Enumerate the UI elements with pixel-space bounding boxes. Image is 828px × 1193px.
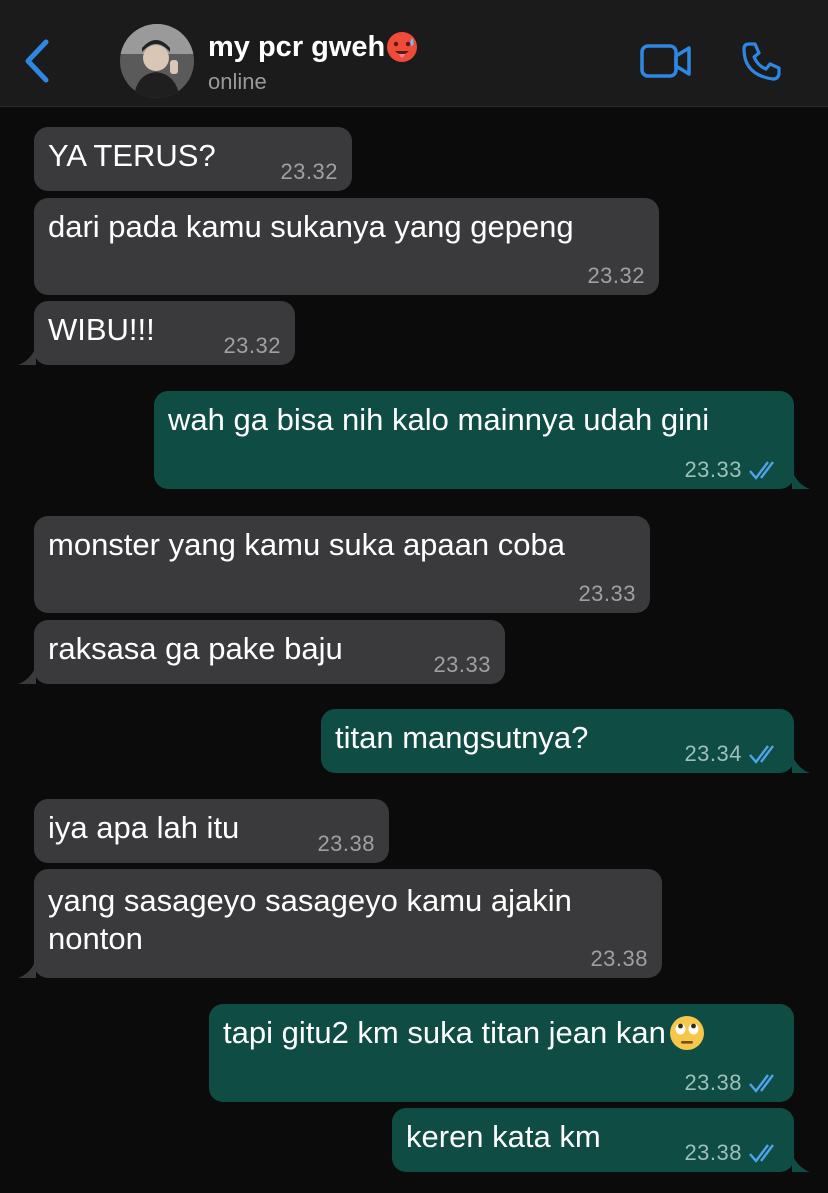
message-text: wah ga bisa nih kalo mainnya udah gini — [168, 402, 710, 437]
bubble-tail — [792, 755, 810, 773]
contact-status: online — [208, 69, 267, 94]
message-text: monster yang kamu suka apaan coba — [48, 527, 565, 562]
contact-avatar[interactable] — [120, 24, 194, 98]
hot-face-emoji-icon — [387, 32, 418, 62]
voice-call-icon[interactable] — [740, 40, 782, 82]
message-time: 23.38 — [317, 831, 375, 856]
video-call-icon[interactable] — [640, 43, 692, 79]
outgoing-message[interactable]: wah ga bisa nih kalo mainnya udah gini 2… — [154, 391, 810, 489]
read-receipt-icon — [749, 1074, 774, 1093]
message-text: yang sasageyo sasageyo kamu ajakin nonto… — [48, 883, 572, 956]
message-text: keren kata km — [406, 1119, 601, 1154]
chat-header: my pcr gweh online — [0, 0, 828, 107]
incoming-message[interactable]: raksasa ga pake baju 23.33 — [18, 620, 505, 684]
message-time: 23.33 — [433, 652, 491, 677]
message-time: 23.32 — [223, 333, 281, 358]
message-text: raksasa ga pake baju — [48, 631, 343, 666]
avatar-photo — [120, 24, 194, 98]
message-text: titan mangsutnya? — [335, 720, 589, 755]
incoming-message[interactable]: YA TERUS? 23.32 — [34, 127, 352, 191]
incoming-message[interactable]: dari pada kamu sukanya yang gepeng 23.32 — [34, 198, 659, 295]
contact-name: my pcr gweh — [208, 30, 419, 64]
message-time: 23.32 — [587, 263, 645, 288]
message-text: WIBU!!! — [48, 312, 155, 347]
message-time: 23.38 — [684, 1140, 742, 1165]
read-receipt-icon — [749, 745, 774, 764]
message-time: 23.33 — [578, 581, 636, 606]
message-text: tapi gitu2 km suka titan jean kan — [223, 1014, 706, 1052]
contact-title[interactable]: my pcr gweh online — [208, 30, 419, 96]
bubble-tail — [18, 347, 36, 365]
incoming-message[interactable]: yang sasageyo sasageyo kamu ajakin nonto… — [18, 869, 662, 978]
message-time: 23.32 — [280, 159, 338, 184]
bubble-tail — [18, 960, 36, 978]
bubble-tail — [792, 1154, 810, 1172]
message-time: 23.33 — [684, 457, 742, 482]
message-time: 23.38 — [590, 946, 648, 971]
incoming-message[interactable]: monster yang kamu suka apaan coba 23.33 — [34, 516, 650, 613]
message-text: dari pada kamu sukanya yang gepeng — [48, 209, 574, 244]
outgoing-message[interactable]: keren kata km 23.38 — [392, 1108, 810, 1172]
bubble-tail — [792, 471, 810, 489]
read-receipt-icon — [749, 1144, 774, 1163]
outgoing-message[interactable]: tapi gitu2 km suka titan jean kan 23.38 — [209, 1004, 794, 1102]
message-text: iya apa lah itu — [48, 810, 240, 845]
read-receipt-icon — [749, 461, 774, 480]
face-with-rolling-eyes-emoji-icon — [669, 1016, 704, 1050]
message-text: YA TERUS? — [48, 138, 216, 173]
message-time: 23.38 — [684, 1070, 742, 1095]
message-time: 23.34 — [684, 741, 742, 766]
back-chevron-icon[interactable] — [22, 38, 54, 84]
incoming-message[interactable]: WIBU!!! 23.32 — [18, 301, 295, 365]
bubble-tail — [18, 666, 36, 684]
incoming-message[interactable]: iya apa lah itu 23.38 — [34, 799, 389, 863]
outgoing-message[interactable]: titan mangsutnya? 23.34 — [321, 709, 810, 773]
